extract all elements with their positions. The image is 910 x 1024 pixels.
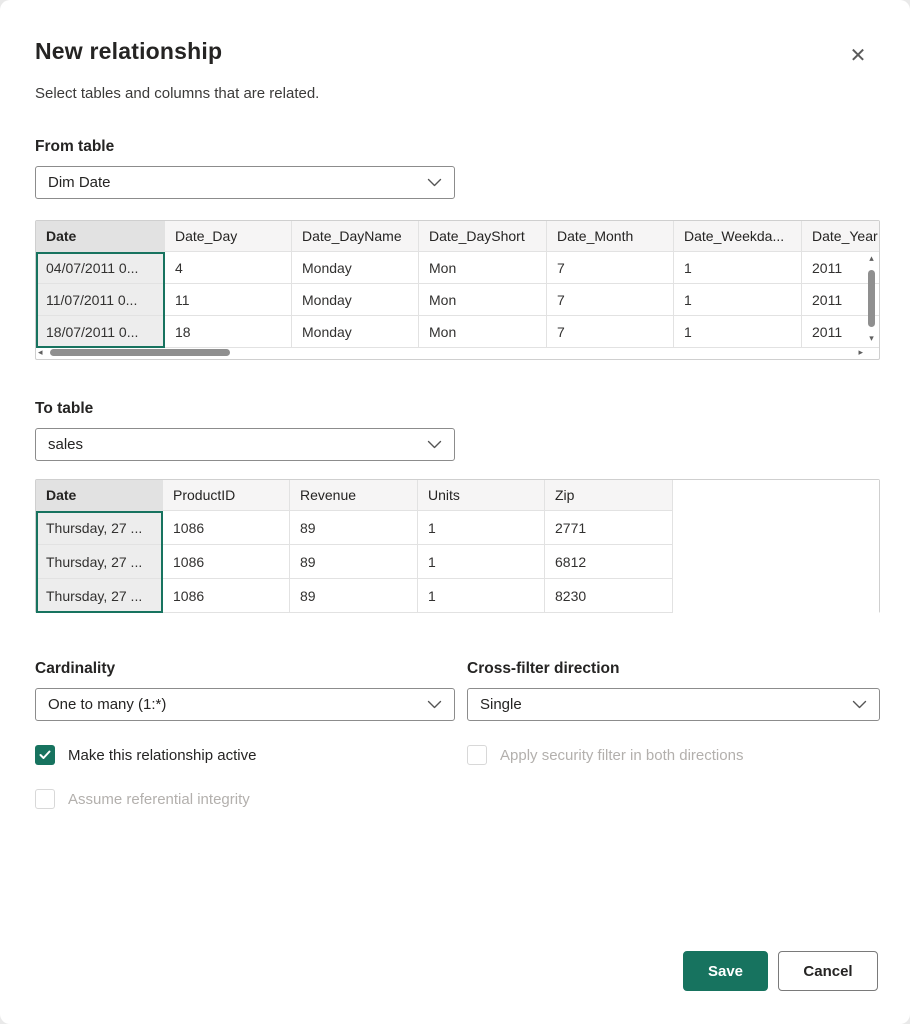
- column-header[interactable]: Units: [418, 480, 545, 511]
- chevron-down-icon: [427, 436, 442, 453]
- referential-integrity-label: Assume referential integrity: [68, 791, 250, 808]
- table-cell[interactable]: Mon: [419, 284, 547, 316]
- table-cell[interactable]: 18: [165, 316, 292, 348]
- table-cell[interactable]: 1: [674, 316, 802, 348]
- security-filter-checkbox-row: Apply security filter in both directions: [467, 745, 880, 765]
- close-icon[interactable]: ✕: [844, 42, 872, 70]
- security-filter-label: Apply security filter in both directions: [500, 747, 743, 764]
- dialog-subtitle: Select tables and columns that are relat…: [35, 85, 878, 102]
- new-relationship-dialog: ✕ New relationship Select tables and col…: [0, 0, 910, 1024]
- table-cell[interactable]: 1086: [163, 579, 290, 613]
- from-table-selected-value: Dim Date: [48, 174, 111, 191]
- column-header[interactable]: Date_Month: [547, 221, 674, 252]
- column-header[interactable]: Date: [36, 221, 165, 252]
- save-button[interactable]: Save: [683, 951, 768, 991]
- scroll-right-icon[interactable]: ▸: [858, 348, 863, 357]
- scroll-up-icon[interactable]: ▴: [869, 254, 874, 263]
- table-cell[interactable]: 18/07/2011 0...: [36, 316, 165, 348]
- table-cell[interactable]: Monday: [292, 252, 419, 284]
- from-table-dropdown[interactable]: Dim Date: [35, 166, 455, 199]
- table-cell[interactable]: 1: [674, 284, 802, 316]
- from-table-label: From table: [35, 138, 878, 156]
- table-cell[interactable]: 89: [290, 511, 418, 545]
- table-cell[interactable]: 89: [290, 579, 418, 613]
- cardinality-selected-value: One to many (1:*): [48, 696, 166, 713]
- table-cell[interactable]: 7: [547, 252, 674, 284]
- to-table-preview: Date ProductID Revenue Units Zip Thursda…: [35, 479, 880, 613]
- unchecked-checkbox-icon: [35, 789, 55, 809]
- table-cell[interactable]: 6812: [545, 545, 673, 579]
- table-cell[interactable]: Monday: [292, 284, 419, 316]
- table-filler: [673, 579, 879, 613]
- vertical-scrollbar-thumb[interactable]: [868, 270, 875, 327]
- column-header[interactable]: Date_DayName: [292, 221, 419, 252]
- table-cell[interactable]: 7: [547, 284, 674, 316]
- table-cell[interactable]: Thursday, 27 ...: [36, 545, 163, 579]
- table-filler: [673, 480, 879, 511]
- table-cell[interactable]: Mon: [419, 252, 547, 284]
- unchecked-checkbox-icon: [467, 745, 487, 765]
- table-cell[interactable]: 7: [547, 316, 674, 348]
- to-table-selected-value: sales: [48, 436, 83, 453]
- column-header[interactable]: Revenue: [290, 480, 418, 511]
- checked-checkbox-icon[interactable]: [35, 745, 55, 765]
- column-header[interactable]: Zip: [545, 480, 673, 511]
- referential-integrity-checkbox-row: Assume referential integrity: [35, 789, 455, 809]
- table-cell[interactable]: 04/07/2011 0...: [36, 252, 165, 284]
- table-cell[interactable]: 1: [418, 579, 545, 613]
- scroll-left-icon[interactable]: ◂: [38, 348, 43, 357]
- chevron-down-icon: [427, 174, 442, 191]
- horizontal-scrollbar[interactable]: ◂ ▸: [38, 346, 863, 358]
- make-active-checkbox-row[interactable]: Make this relationship active: [35, 745, 455, 765]
- table-cell[interactable]: 1: [674, 252, 802, 284]
- to-table-label: To table: [35, 400, 878, 418]
- cardinality-label: Cardinality: [35, 660, 455, 678]
- table-cell[interactable]: Monday: [292, 316, 419, 348]
- cardinality-dropdown[interactable]: One to many (1:*): [35, 688, 455, 721]
- make-active-label: Make this relationship active: [68, 747, 256, 764]
- column-header[interactable]: Date_Weekda...: [674, 221, 802, 252]
- table-cell[interactable]: 2771: [545, 511, 673, 545]
- to-table-dropdown[interactable]: sales: [35, 428, 455, 461]
- table-filler: [673, 545, 879, 579]
- table-cell[interactable]: 4: [165, 252, 292, 284]
- vertical-scrollbar[interactable]: ▴ ▾: [865, 253, 878, 344]
- table-cell[interactable]: 11: [165, 284, 292, 316]
- column-header[interactable]: ProductID: [163, 480, 290, 511]
- table-cell[interactable]: Thursday, 27 ...: [36, 579, 163, 613]
- table-cell[interactable]: 1: [418, 545, 545, 579]
- table-cell[interactable]: 89: [290, 545, 418, 579]
- chevron-down-icon: [852, 696, 867, 713]
- table-cell[interactable]: Thursday, 27 ...: [36, 511, 163, 545]
- from-table-preview: Date Date_Day Date_DayName Date_DayShort…: [35, 220, 880, 360]
- cross-filter-dropdown[interactable]: Single: [467, 688, 880, 721]
- cancel-button[interactable]: Cancel: [778, 951, 878, 991]
- table-cell[interactable]: 1: [418, 511, 545, 545]
- table-cell[interactable]: 1086: [163, 511, 290, 545]
- scroll-down-icon[interactable]: ▾: [869, 334, 874, 343]
- cross-filter-label: Cross-filter direction: [467, 660, 880, 678]
- table-cell[interactable]: 8230: [545, 579, 673, 613]
- table-filler: [673, 511, 879, 545]
- column-header[interactable]: Date_Year: [802, 221, 879, 252]
- column-header[interactable]: Date_Day: [165, 221, 292, 252]
- table-cell[interactable]: Mon: [419, 316, 547, 348]
- column-header[interactable]: Date_DayShort: [419, 221, 547, 252]
- dialog-footer: Save Cancel: [683, 951, 878, 991]
- table-cell[interactable]: 1086: [163, 545, 290, 579]
- chevron-down-icon: [427, 696, 442, 713]
- column-header[interactable]: Date: [36, 480, 163, 511]
- table-cell[interactable]: 11/07/2011 0...: [36, 284, 165, 316]
- horizontal-scrollbar-thumb[interactable]: [50, 349, 230, 356]
- dialog-title: New relationship: [35, 38, 878, 65]
- cross-filter-selected-value: Single: [480, 696, 522, 713]
